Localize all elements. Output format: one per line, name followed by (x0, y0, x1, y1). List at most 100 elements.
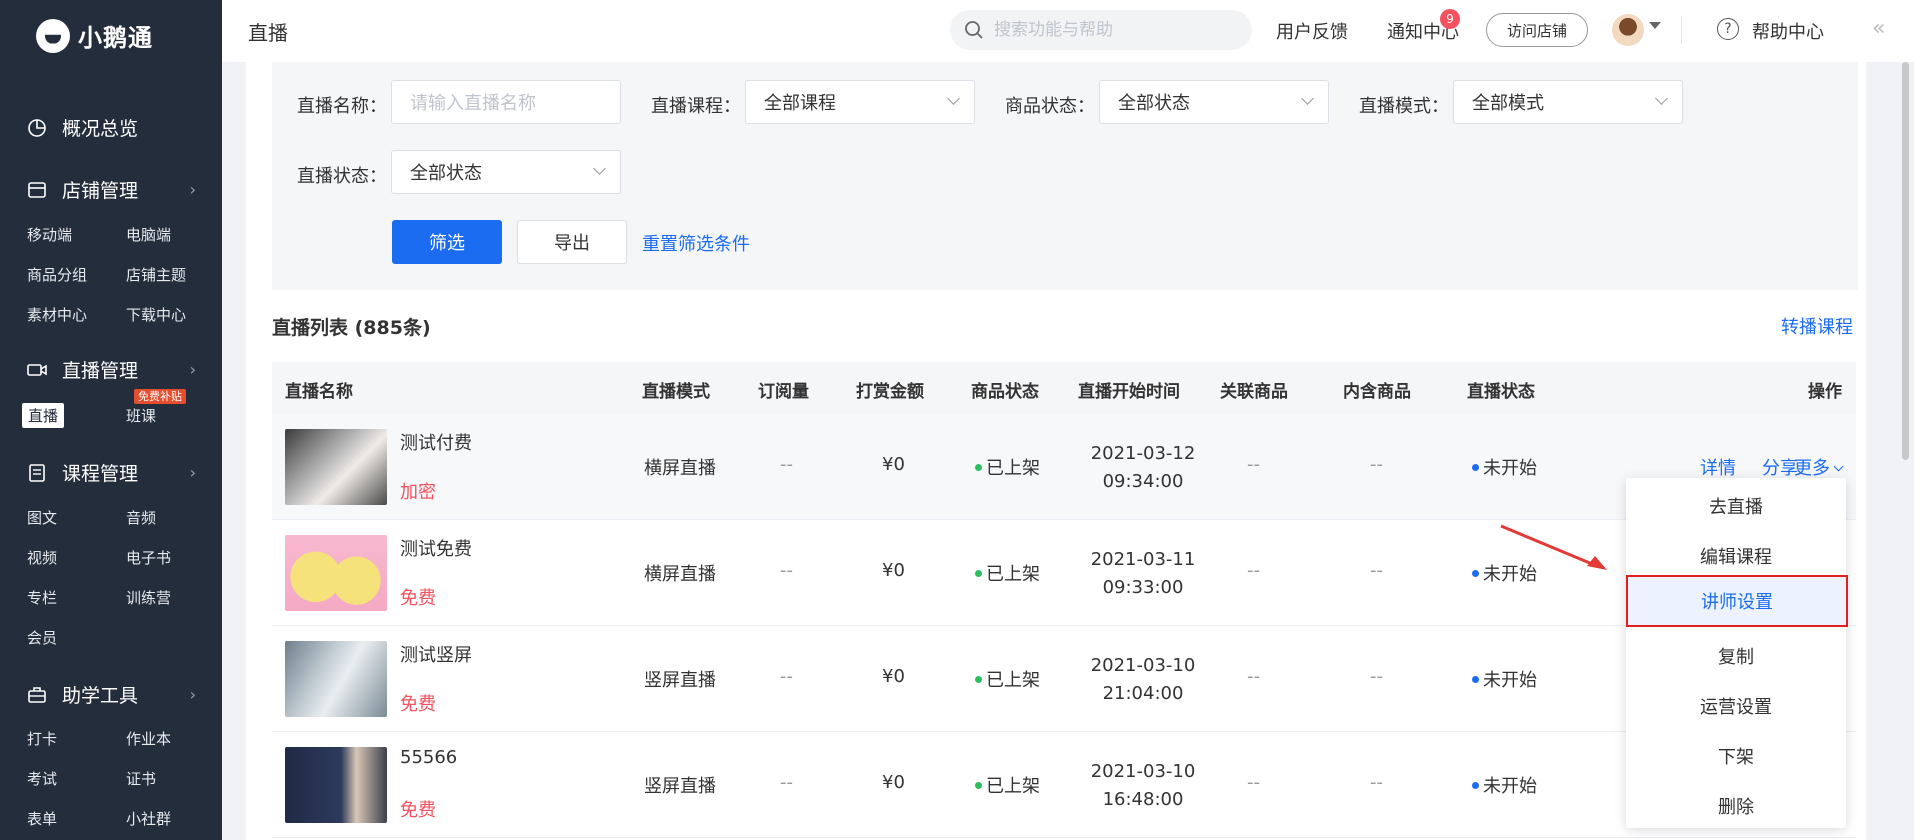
reward-amount: ¥0 (882, 454, 905, 475)
search-icon (965, 21, 983, 39)
col-contained: 内含商品 (1343, 382, 1411, 402)
sidebar-item-column[interactable]: 专栏 (27, 587, 57, 608)
menu-item-delete[interactable]: 删除 (1626, 782, 1846, 830)
course-select[interactable]: 全部课程 (745, 80, 975, 124)
detail-link[interactable]: 详情 (1700, 454, 1736, 480)
goods-status-select[interactable]: 全部状态 (1099, 80, 1329, 124)
menu-item-operation-settings[interactable]: 运营设置 (1626, 682, 1846, 730)
feedback-link[interactable]: 用户反馈 (1276, 18, 1348, 44)
live-mode-select[interactable]: 全部模式 (1453, 80, 1683, 124)
menu-item-go-live[interactable]: 去直播 (1626, 482, 1846, 530)
menu-item-lecturer-settings[interactable]: 讲师设置 (1626, 575, 1848, 627)
sidebar-item-overview[interactable]: 概况总览 (26, 114, 196, 141)
contained-goods: -- (1370, 772, 1383, 793)
sidebar-item-checkin[interactable]: 打卡 (27, 728, 57, 749)
live-status-select[interactable]: 全部状态 (391, 150, 621, 194)
sidebar-group-live[interactable]: 直播管理 › (26, 356, 196, 383)
live-name-input[interactable]: 请输入直播名称 (391, 80, 621, 124)
course-thumbnail[interactable] (285, 641, 387, 717)
col-actions: 操作 (1808, 382, 1842, 402)
sidebar-group-shop[interactable]: 店铺管理 › (26, 176, 196, 203)
course-name[interactable]: 测试付费 (400, 429, 472, 455)
brand-name: 小鹅通 (78, 24, 153, 52)
sidebar-item-community[interactable]: 小社群 (126, 808, 171, 829)
table-row[interactable]: 测试付费 加密 横屏直播 -- ¥0 已上架 2021-03-12 09:34:0… (272, 414, 1856, 520)
sidebar-item-ebook[interactable]: 电子书 (126, 547, 171, 568)
start-time: 2021-03-12 09:34:00 (1078, 440, 1208, 496)
sidebar-item-homework[interactable]: 作业本 (126, 728, 171, 749)
subs-count: -- (780, 560, 793, 581)
sidebar-item-form[interactable]: 表单 (27, 808, 57, 829)
search-box[interactable] (950, 10, 1252, 50)
sidebar-item-class[interactable]: 班课 (126, 405, 156, 426)
sidebar-group-tools[interactable]: 助学工具 › (26, 681, 196, 708)
reset-filters-link[interactable]: 重置筛选条件 (642, 230, 750, 256)
start-time: 2021-03-10 16:48:00 (1078, 758, 1208, 814)
share-link[interactable]: 分享 (1762, 454, 1798, 480)
related-goods: -- (1247, 666, 1260, 687)
visit-shop-button[interactable]: 访问店铺 (1486, 13, 1588, 47)
table-row[interactable]: 55566 免费 竖屏直播 -- ¥0 已上架 2021-03-10 16:48:… (272, 732, 1856, 838)
chevron-right-icon: › (189, 360, 196, 379)
scrollbar[interactable] (1902, 62, 1909, 460)
sidebar-item-article[interactable]: 图文 (27, 507, 57, 528)
help-circle-icon[interactable]: ? (1717, 18, 1739, 40)
related-goods: -- (1247, 560, 1260, 581)
search-input[interactable] (994, 20, 1234, 40)
sidebar-item-video[interactable]: 视频 (27, 547, 57, 568)
sidebar-item-live[interactable]: 直播 (22, 403, 65, 428)
sidebar-item-exam[interactable]: 考试 (27, 768, 57, 789)
menu-item-copy[interactable]: 复制 (1626, 632, 1846, 680)
goods-status-text: 已上架 (986, 458, 1040, 479)
live-status-text: 未开始 (1483, 670, 1537, 691)
export-button[interactable]: 导出 (517, 220, 627, 264)
sidebar-item-download[interactable]: 下载中心 (126, 304, 186, 325)
course-name[interactable]: 测试竖屏 (400, 641, 472, 667)
live-status-text: 未开始 (1483, 776, 1537, 797)
course-thumbnail[interactable] (285, 429, 387, 505)
col-subs: 订阅量 (758, 382, 809, 402)
sidebar-item-camp[interactable]: 训练营 (126, 587, 171, 608)
col-related: 关联商品 (1220, 382, 1288, 402)
status-dot (975, 781, 982, 789)
sidebar-group-course[interactable]: 课程管理 › (26, 459, 196, 486)
sidebar-item-certificate[interactable]: 证书 (126, 768, 156, 789)
contained-goods: -- (1370, 454, 1383, 475)
goods-status: 已上架 (975, 454, 1040, 480)
divider (1681, 16, 1682, 44)
sidebar-item-goods-group[interactable]: 商品分组 (27, 264, 87, 285)
user-avatar[interactable] (1612, 14, 1644, 46)
goods-status: 已上架 (975, 772, 1040, 798)
list-title: 直播列表 (885条) (272, 317, 431, 339)
table-row[interactable]: 测试免费 免费 横屏直播 -- ¥0 已上架 2021-03-11 09:33:0… (272, 520, 1856, 626)
course-thumbnail[interactable] (285, 535, 387, 611)
brand-logo[interactable]: 小鹅通 (36, 18, 153, 53)
relay-course-link[interactable]: 转播课程 (1781, 313, 1853, 339)
collapse-double-chevron-icon[interactable]: « (1872, 16, 1886, 41)
sidebar-item-material[interactable]: 素材中心 (27, 304, 87, 325)
more-dropdown-trigger[interactable]: 更多 (1794, 454, 1844, 480)
course-thumbnail[interactable] (285, 747, 387, 823)
course-name[interactable]: 测试免费 (400, 535, 472, 561)
course-name[interactable]: 55566 (400, 747, 457, 768)
sidebar-item-audio[interactable]: 音频 (126, 507, 156, 528)
sidebar-item-mobile[interactable]: 移动端 (27, 224, 72, 245)
chevron-down-icon (593, 162, 606, 175)
table-row[interactable]: 测试竖屏 免费 竖屏直播 -- ¥0 已上架 2021-03-10 21:04:0… (272, 626, 1856, 732)
sidebar-item-shop-theme[interactable]: 店铺主题 (126, 264, 186, 285)
start-clock: 21:04:00 (1102, 683, 1184, 704)
select-value: 全部课程 (764, 93, 836, 114)
menu-item-edit-course[interactable]: 编辑课程 (1626, 532, 1846, 580)
reward-amount: ¥0 (882, 666, 905, 687)
filter-button[interactable]: 筛选 (392, 220, 502, 264)
sidebar-item-member[interactable]: 会员 (27, 627, 57, 648)
menu-item-unpublish[interactable]: 下架 (1626, 732, 1846, 780)
course-tag: 免费 (400, 694, 436, 715)
start-date: 2021-03-10 (1090, 761, 1196, 782)
caret-down-icon[interactable] (1649, 22, 1661, 29)
help-center-link[interactable]: 帮助中心 (1752, 18, 1824, 44)
sidebar-item-pc[interactable]: 电脑端 (126, 224, 171, 245)
more-actions-menu: 去直播 编辑课程 讲师设置 复制 运营设置 下架 删除 (1626, 478, 1848, 830)
course-tag: 免费 (400, 588, 436, 609)
logo-icon (36, 18, 70, 53)
